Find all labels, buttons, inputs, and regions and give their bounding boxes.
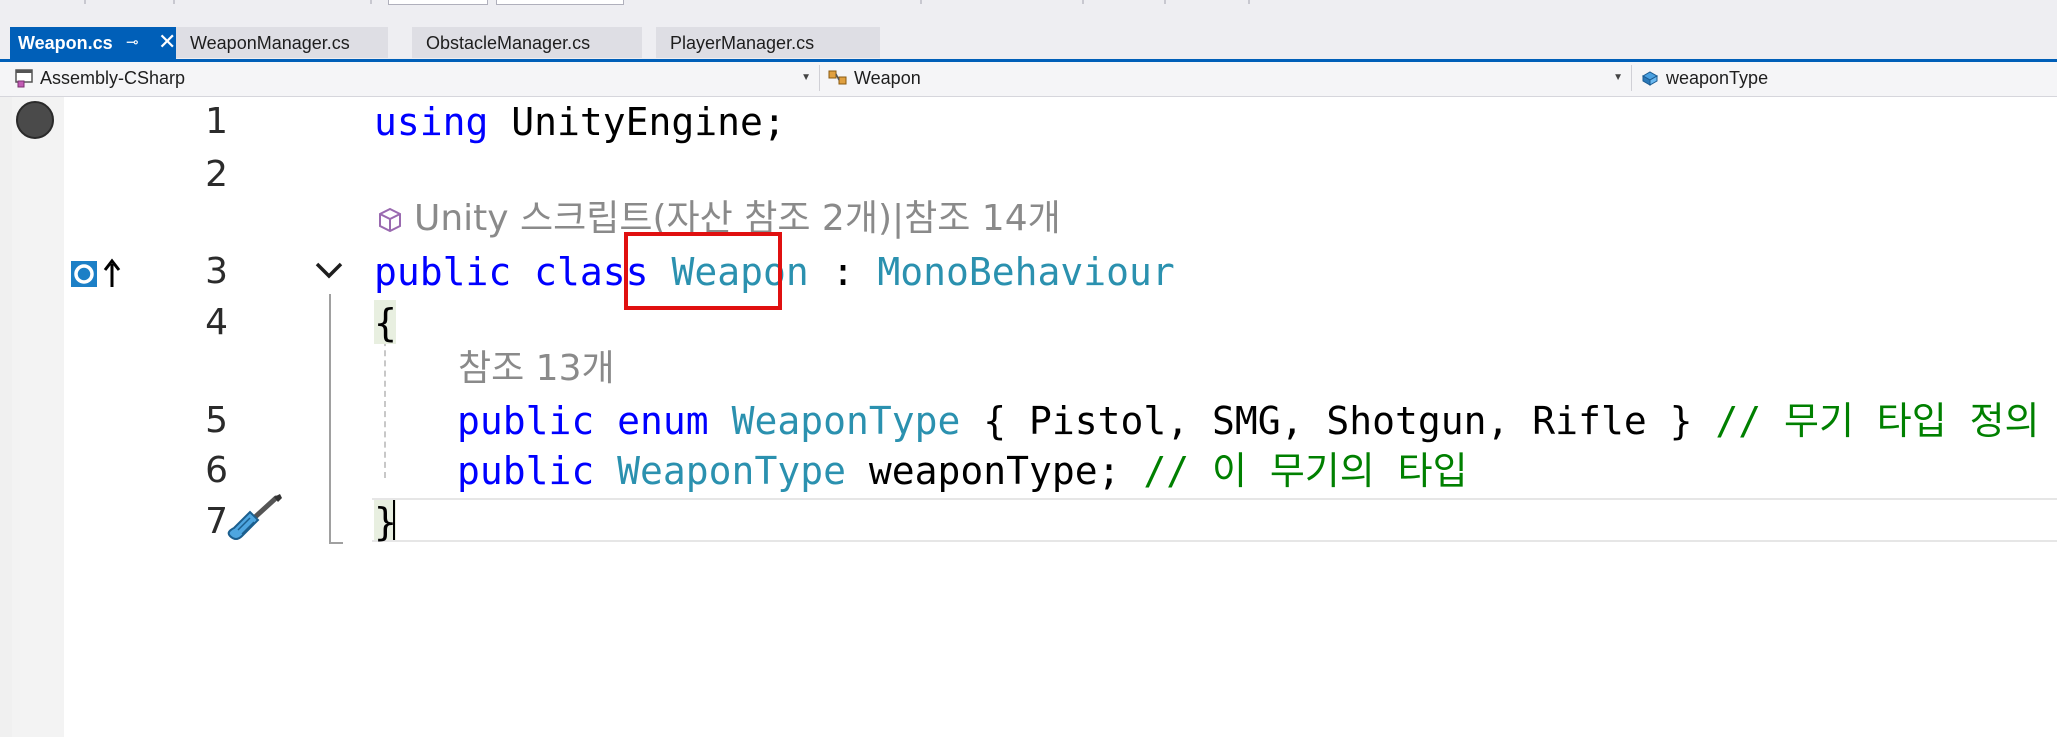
text-caret (393, 500, 395, 540)
toolbar-separator (920, 0, 922, 4)
class-goto-base-icon[interactable] (70, 256, 124, 290)
line-number: 3 (205, 251, 228, 292)
outlining-line (329, 294, 331, 544)
code-line-4[interactable]: { (374, 300, 397, 346)
navigation-bar: Assembly-CSharp ▼ Weapon ▼ weaponType (0, 62, 2057, 97)
tab-weapon-cs[interactable]: Weapon.cs ⊸ ✕ (10, 27, 176, 60)
code-line-6[interactable]: public WeaponType weaponType; // 이 무기의 타… (457, 448, 1468, 494)
code-text: { Pistol, SMG, Shotgun, Rifle } (960, 399, 1716, 443)
member-label: weaponType (1666, 68, 1769, 88)
toolbar-separator (1248, 0, 1250, 4)
toolbar-strip (0, 0, 2057, 27)
tab-label: ObstacleManager.cs (426, 33, 591, 53)
pin-icon[interactable]: ⊸ (126, 27, 139, 59)
member-dropdown[interactable]: weaponType (1636, 65, 2057, 91)
tab-playermanager-cs[interactable]: PlayerManager.cs (656, 27, 880, 58)
cube-icon (379, 207, 401, 233)
code-text: weaponType; (845, 449, 1144, 493)
project-icon (15, 69, 33, 88)
keyword: public (457, 449, 595, 493)
breakpoint-icon[interactable] (16, 101, 54, 139)
keyword: enum (617, 399, 709, 443)
type-label: Weapon (854, 68, 921, 88)
enum-name: WeaponType (731, 399, 961, 443)
project-label: Assembly-CSharp (40, 68, 186, 88)
type-name: WeaponType (617, 449, 846, 493)
line-number: 4 (205, 302, 228, 343)
class-icon (828, 70, 847, 85)
keyword: public (374, 250, 512, 294)
line-number: 6 (205, 450, 228, 491)
codelens-enum-references[interactable]: 참조 13개 (458, 346, 615, 392)
close-icon[interactable]: ✕ (158, 26, 176, 58)
line-number: 2 (205, 154, 228, 195)
screwdriver-icon[interactable] (224, 494, 284, 544)
line-number: 5 (205, 400, 228, 441)
tab-obstaclemanager-cs[interactable]: ObstacleManager.cs (412, 27, 642, 58)
field-icon (1641, 71, 1659, 86)
code-line-1[interactable]: using UnityEngine; (374, 99, 786, 145)
indent-guide (384, 330, 386, 478)
code-line-5[interactable]: public enum WeaponType { Pistol, SMG, Sh… (457, 398, 2040, 444)
chevron-down-icon: ▼ (1613, 72, 1623, 83)
toolbar-separator (1164, 0, 1166, 4)
toolbar-dropdown[interactable] (496, 0, 624, 5)
toolbar-separator (173, 0, 175, 4)
annotation-highlight-box (624, 232, 782, 310)
code-text: { (374, 301, 397, 345)
current-line-highlight (372, 498, 2057, 542)
toolbar-separator (1082, 0, 1084, 4)
tab-label: PlayerManager.cs (670, 33, 815, 53)
chevron-down-icon[interactable] (314, 258, 344, 282)
project-dropdown[interactable]: Assembly-CSharp ▼ (10, 65, 820, 91)
code-text: : (808, 250, 878, 294)
base-class-name: MonoBehaviour (877, 250, 1175, 294)
chevron-down-icon: ▼ (801, 72, 811, 83)
outlining-line (329, 542, 343, 544)
glyph-margin[interactable] (12, 97, 64, 737)
tab-label: Weapon.cs (18, 33, 113, 53)
toolbar-separator (84, 0, 86, 4)
code-text: UnityEngine; (488, 100, 786, 144)
code-comment: // 이 무기의 타입 (1143, 449, 1468, 493)
tab-label: WeaponManager.cs (190, 33, 350, 53)
keyword: public (457, 399, 595, 443)
keyword: using (374, 100, 489, 144)
toolbar-separator (370, 0, 372, 4)
line-number: 7 (205, 501, 228, 542)
code-comment: // 무기 타입 정의 (1715, 399, 2040, 443)
tab-weaponmanager-cs[interactable]: WeaponManager.cs (176, 27, 388, 58)
type-dropdown[interactable]: Weapon ▼ (824, 65, 1632, 91)
document-tab-bar: Weapon.cs ⊸ ✕ WeaponManager.cs ObstacleM… (0, 27, 2057, 60)
line-number: 1 (205, 101, 228, 142)
toolbar-dropdown[interactable] (388, 0, 488, 5)
